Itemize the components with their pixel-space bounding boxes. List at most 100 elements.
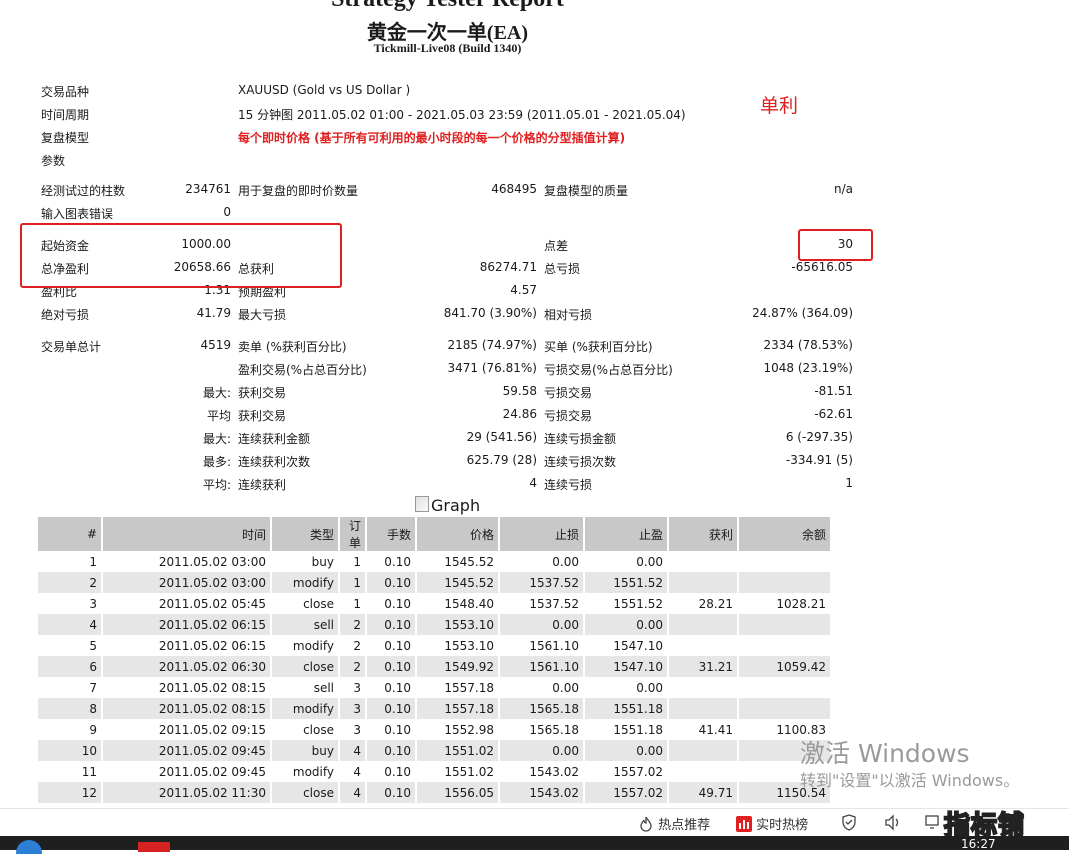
table-row: 7 2011.05.02 08:15 sell 3 0.10 1557.18 0.00 0.0… — [38, 677, 830, 698]
cell-profit — [668, 677, 739, 698]
col-tp: 止盈 — [584, 517, 669, 551]
table-row: 3 2011.05.02 05:45 close 1 0.10 1548.40 1537.5… — [38, 593, 830, 614]
app-icon[interactable] — [138, 842, 170, 852]
cell-lots: 0.10 — [366, 740, 417, 761]
cell-number: 12 — [38, 782, 103, 803]
table-row: 9 2011.05.02 09:15 close 3 0.10 1552.98 1565.1… — [38, 719, 830, 740]
windows-taskbar: 16:27 — [0, 836, 1069, 854]
cell-order: 1 — [339, 593, 367, 614]
trades-body: 1 2011.05.02 03:00 buy 1 0.10 1545.52 0.00 0.00… — [38, 551, 830, 824]
cell-balance: 1028.21 — [776, 596, 826, 611]
cell-lots: 0.10 — [366, 551, 417, 572]
col-profit: 获利 — [668, 517, 739, 551]
cell-order: 1 — [339, 551, 367, 572]
cell-number: 3 — [38, 593, 103, 614]
largest-loss-label: 亏损交易 — [544, 386, 593, 400]
graph-image: Graph — [415, 496, 480, 515]
cell-sl: 0.00 — [499, 551, 585, 572]
hot-recommend-item[interactable]: 热点推荐 — [638, 814, 710, 833]
trades-table: # 时间 类型 订单 手数 价格 止损 止盈 获利 余额 1 2011.05.02… — [38, 517, 830, 824]
monitor-icon[interactable] — [925, 814, 939, 830]
gross-profit-value: 86274.71 — [479, 260, 537, 274]
cell-order: 1 — [339, 572, 367, 593]
cell-tp: 0.00 — [584, 677, 669, 698]
cell-tp: 1551.52 — [584, 572, 669, 593]
cell-order: 4 — [339, 782, 367, 803]
gross-loss-value: -65616.05 — [791, 260, 853, 274]
avg-win-label: 获利交易 — [238, 409, 287, 423]
cell-number: 1 — [38, 551, 103, 572]
cell-number: 8 — [38, 698, 103, 719]
table-row: 11 2011.05.02 09:45 modify 4 0.10 1551.02 1543… — [38, 761, 830, 782]
cell-price: 1553.10 — [416, 614, 500, 635]
cons-loss-count-label: 连续亏损次数 — [544, 455, 617, 469]
taskbar: 热点推荐 实时热榜 指标铺 — [0, 808, 1069, 842]
cell-number: 4 — [38, 614, 103, 635]
period-label: 时间周期 — [41, 108, 90, 122]
col-number: # — [38, 517, 103, 551]
col-type: 类型 — [271, 517, 340, 551]
model-label: 复盘模型 — [41, 131, 90, 145]
cell-sl: 1561.10 — [499, 656, 585, 677]
cell-time: 2011.05.02 06:15 — [102, 635, 272, 656]
clock-time[interactable]: 16:27 — [961, 837, 996, 851]
cell-order: 4 — [339, 740, 367, 761]
table-row: 10 2011.05.02 09:45 buy 4 0.10 1551.02 0.00 0.0… — [38, 740, 830, 761]
avg2-prefix: 平均: — [202, 478, 231, 492]
gross-loss-label: 总亏损 — [544, 262, 581, 276]
spread-label: 点差 — [544, 239, 569, 253]
cell-price: 1551.02 — [416, 761, 500, 782]
cell-profit — [668, 635, 739, 656]
cell-time: 2011.05.02 06:15 — [102, 614, 272, 635]
cell-time: 2011.05.02 03:00 — [102, 551, 272, 572]
realtime-hot-item[interactable]: 实时热榜 — [736, 814, 808, 833]
cell-tp: 1557.02 — [584, 782, 669, 803]
cell-tp: 0.00 — [584, 740, 669, 761]
most-prefix: 最多: — [202, 455, 231, 469]
bar-chart-icon — [736, 816, 752, 832]
cell-tp: 0.00 — [584, 614, 669, 635]
avg-loss-label: 亏损交易 — [544, 409, 593, 423]
cell-type: sell — [271, 677, 340, 698]
long-trades-value: 2334 (78.53%) — [763, 338, 853, 352]
cell-balance — [738, 677, 830, 698]
table-row: 4 2011.05.02 06:15 sell 2 0.10 1553.10 0.00 0.0… — [38, 614, 830, 635]
cell-time: 2011.05.02 09:15 — [102, 719, 272, 740]
cons-win-amount-value: 29 (541.56) — [466, 430, 537, 444]
cell-sl: 0.00 — [499, 677, 585, 698]
cell-profit — [668, 698, 739, 719]
cell-time: 2011.05.02 05:45 — [102, 593, 272, 614]
cell-sl: 1565.18 — [499, 719, 585, 740]
cell-type: close — [271, 782, 340, 803]
cell-type: close — [271, 593, 340, 614]
cell-price: 1553.10 — [416, 635, 500, 656]
annotation-simple-interest: 单利 — [760, 95, 799, 117]
speaker-icon[interactable] — [884, 814, 902, 831]
cell-lots: 0.10 — [366, 572, 417, 593]
shield-icon[interactable] — [841, 814, 857, 831]
cell-type: modify — [271, 635, 340, 656]
cell-balance — [738, 614, 830, 635]
cell-time: 2011.05.02 08:15 — [102, 698, 272, 719]
cell-lots: 0.10 — [366, 635, 417, 656]
start-orb-icon[interactable] — [16, 840, 42, 854]
avg-prefix: 平均 — [206, 409, 231, 423]
report-top-title: Strategy Tester Report — [0, 0, 895, 13]
cell-balance — [738, 572, 830, 593]
cell-order: 2 — [339, 656, 367, 677]
expected-payoff-value: 4.57 — [510, 283, 537, 297]
cell-price: 1548.40 — [416, 593, 500, 614]
cell-order: 2 — [339, 614, 367, 635]
win-trades-value: 3471 (76.81%) — [447, 361, 537, 375]
cell-lots: 0.10 — [366, 677, 417, 698]
cell-lots: 0.10 — [366, 593, 417, 614]
cell-profit — [668, 551, 739, 572]
cell-lots: 0.10 — [366, 614, 417, 635]
largest-win-value: 59.58 — [502, 384, 537, 398]
cell-profit: 31.21 — [668, 656, 739, 677]
max-drawdown-value: 841.70 (3.90%) — [443, 306, 537, 320]
cell-tp: 1547.10 — [584, 635, 669, 656]
cell-price: 1556.05 — [416, 782, 500, 803]
symbol-value: XAUUSD (Gold vs US Dollar ) — [238, 83, 411, 97]
cell-profit: 49.71 — [668, 782, 739, 803]
